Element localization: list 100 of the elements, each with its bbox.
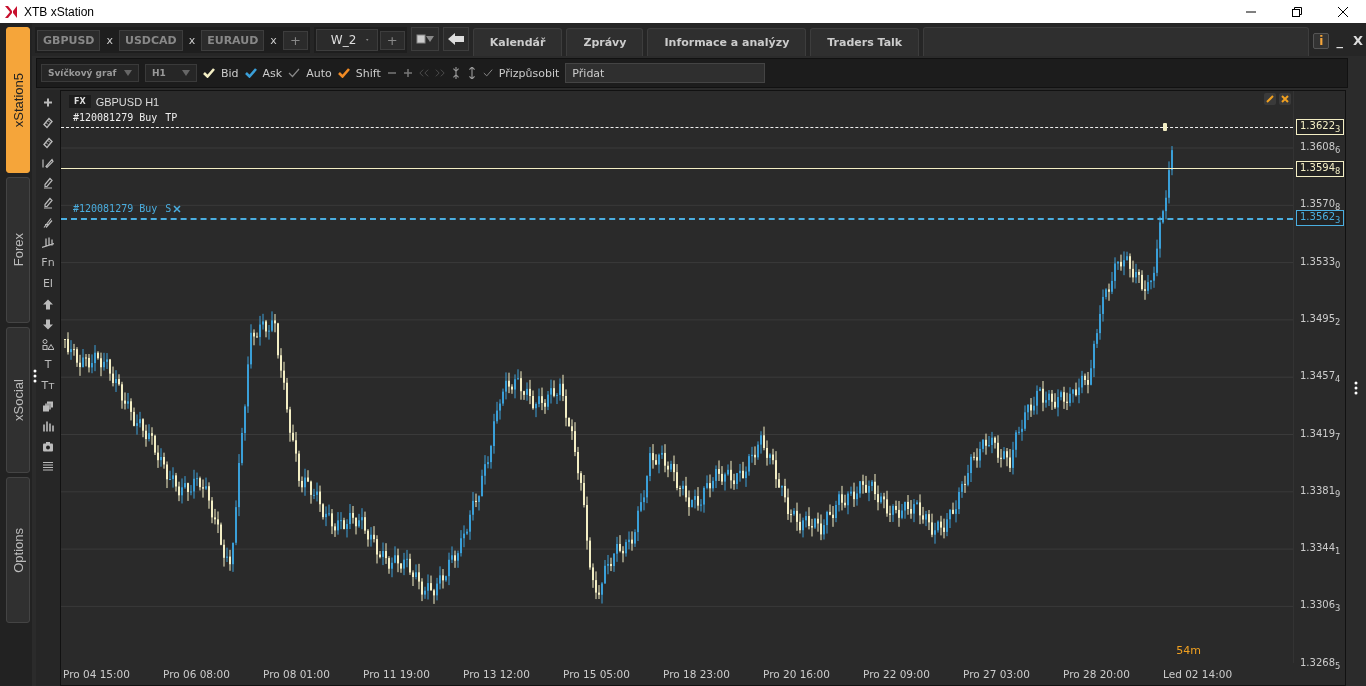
time-label: Pro 22 09:00 <box>863 668 931 680</box>
edit-icon[interactable] <box>1264 93 1276 105</box>
time-label: Pro 28 20:00 <box>1063 668 1131 680</box>
tab-close[interactable]: x <box>266 33 281 47</box>
window-icon <box>415 34 426 44</box>
price-tick: 1.3306$_{3}$ <box>1300 599 1341 614</box>
price-tick: 1.3268$_{5}$ <box>1300 656 1341 671</box>
price-tag: 1.3622$_{3}$ <box>1296 119 1345 135</box>
tool-button[interactable]: Fn <box>41 256 55 270</box>
candle-countdown: 54m <box>1176 644 1201 657</box>
side-tab[interactable]: xSocial <box>6 327 30 473</box>
close-icon[interactable] <box>1338 6 1348 17</box>
order-tag: S <box>165 203 172 214</box>
interval-dropdown[interactable]: H1 <box>145 64 197 82</box>
info-button[interactable]: i <box>1313 33 1330 49</box>
toggle-label[interactable]: Bid <box>221 66 239 80</box>
toggle-label[interactable]: Shift <box>355 66 381 80</box>
close-icon[interactable] <box>1279 93 1291 105</box>
time-label: Led 02 14:00 <box>1163 668 1234 680</box>
price-tick: 1.3381$_{9}$ <box>1300 484 1341 499</box>
add-workspace-button[interactable]: + <box>379 30 405 50</box>
arrow-up-icon[interactable] <box>42 298 54 311</box>
line-tool-icon[interactable] <box>42 156 54 169</box>
plus-icon[interactable] <box>402 67 413 79</box>
checkmark-icon[interactable] <box>288 68 301 78</box>
arrow-left-icon <box>447 33 464 45</box>
time-label: Pro 08 01:00 <box>263 668 331 680</box>
fit-label[interactable]: Přizpůsobit <box>498 66 560 80</box>
side-tab[interactable]: xStation5 <box>6 27 30 173</box>
fan-icon[interactable] <box>42 236 54 249</box>
compress-icon[interactable] <box>450 67 461 79</box>
maximize-icon[interactable] <box>1292 6 1302 17</box>
add-tab-button[interactable]: + <box>282 30 308 50</box>
ruler-icon[interactable] <box>42 116 54 129</box>
price-tag: 1.3594$_{8}$ <box>1296 161 1345 177</box>
order-label: #120081279 Buy <box>73 203 158 214</box>
price-tick: 1.3533$_{0}$ <box>1300 255 1341 270</box>
caret-icon <box>182 70 190 76</box>
pencil-icon[interactable] <box>42 176 54 189</box>
camera-icon[interactable] <box>42 440 54 453</box>
toggle-label[interactable]: Auto <box>306 66 332 80</box>
toggle-label[interactable]: Ask <box>262 66 283 80</box>
time-label: Pro 15 05:00 <box>563 668 631 680</box>
ruler-icon[interactable] <box>42 136 54 149</box>
order-tag: TP <box>165 112 178 123</box>
layers-icon[interactable] <box>42 400 54 413</box>
plus-icon[interactable] <box>42 96 54 109</box>
caret-icon <box>425 36 434 42</box>
checkmark-icon[interactable] <box>482 67 493 79</box>
nav-tab[interactable]: Informace a analýzy <box>647 28 807 56</box>
expand-icon[interactable] <box>466 67 477 79</box>
more-icon[interactable] <box>33 368 37 384</box>
order-line[interactable] <box>61 218 1293 220</box>
drag-handle-icon[interactable] <box>1163 123 1167 131</box>
add-field[interactable]: Přidat <box>565 63 766 83</box>
nav-tab[interactable]: Kalendář <box>472 28 563 56</box>
brush-icon[interactable] <box>42 216 54 229</box>
time-label: Pro 13 12:00 <box>463 668 531 680</box>
price-tick: 1.3419$_{7}$ <box>1300 427 1341 442</box>
nav-tab[interactable]: Traders Talk <box>810 28 920 56</box>
time-label: Pro 18 23:00 <box>663 668 731 680</box>
instrument-tab[interactable]: USDCAD <box>119 29 183 51</box>
price-tag: 1.3562$_{3}$ <box>1296 210 1345 226</box>
minimize-button[interactable]: _ <box>1336 33 1343 48</box>
checkmark-icon[interactable] <box>244 68 257 78</box>
tool-button[interactable]: EI <box>42 277 54 291</box>
more-icon[interactable] <box>1354 380 1358 396</box>
logo-icon <box>4 4 18 19</box>
shapes-icon[interactable] <box>42 338 54 351</box>
side-tab[interactable]: Forex <box>6 177 30 323</box>
nav-tab[interactable]: Zprávy <box>566 28 644 56</box>
caret-icon <box>124 70 132 76</box>
instrument-tab[interactable]: GBPUSD <box>37 29 101 51</box>
price-tick: 1.3570$_{8}$ <box>1300 198 1341 213</box>
layout-dropdown[interactable] <box>410 27 439 51</box>
time-label: Pro 27 03:00 <box>963 668 1031 680</box>
tab-close[interactable]: x <box>102 33 117 47</box>
time-label: Pro 04 15:00 <box>63 668 131 680</box>
price-tick: 1.3457$_{4}$ <box>1300 370 1341 385</box>
arrow-down-icon[interactable] <box>42 318 54 331</box>
workspace-dropdown[interactable]: W_2 <box>315 29 378 51</box>
tab-close[interactable]: x <box>184 33 200 47</box>
order-label: #120081279 Buy <box>73 112 158 123</box>
chart-title: GBPUSD H1 <box>95 95 160 108</box>
close-button[interactable]: X <box>1352 33 1363 48</box>
side-tab[interactable]: Options <box>6 477 30 623</box>
price-tick: 1.3495$_{2}$ <box>1300 312 1341 327</box>
list-icon[interactable] <box>42 460 54 473</box>
close-icon[interactable] <box>173 204 182 213</box>
instrument-tab[interactable]: EURAUD <box>201 29 265 51</box>
pencil-icon[interactable] <box>42 196 54 209</box>
chart-type-dropdown[interactable]: Svíčkový graf <box>41 64 139 82</box>
tool-button[interactable]: Tᴛ <box>41 379 55 393</box>
price-tick: 1.3344$_{1}$ <box>1300 542 1341 557</box>
volume-bars-icon[interactable] <box>42 420 54 433</box>
time-label: Pro 06 08:00 <box>163 668 231 680</box>
checkmark-icon[interactable] <box>337 68 350 78</box>
price-tick: 1.3608$_{6}$ <box>1300 141 1341 155</box>
back-button[interactable] <box>442 27 469 51</box>
tool-button[interactable]: T <box>44 358 52 372</box>
